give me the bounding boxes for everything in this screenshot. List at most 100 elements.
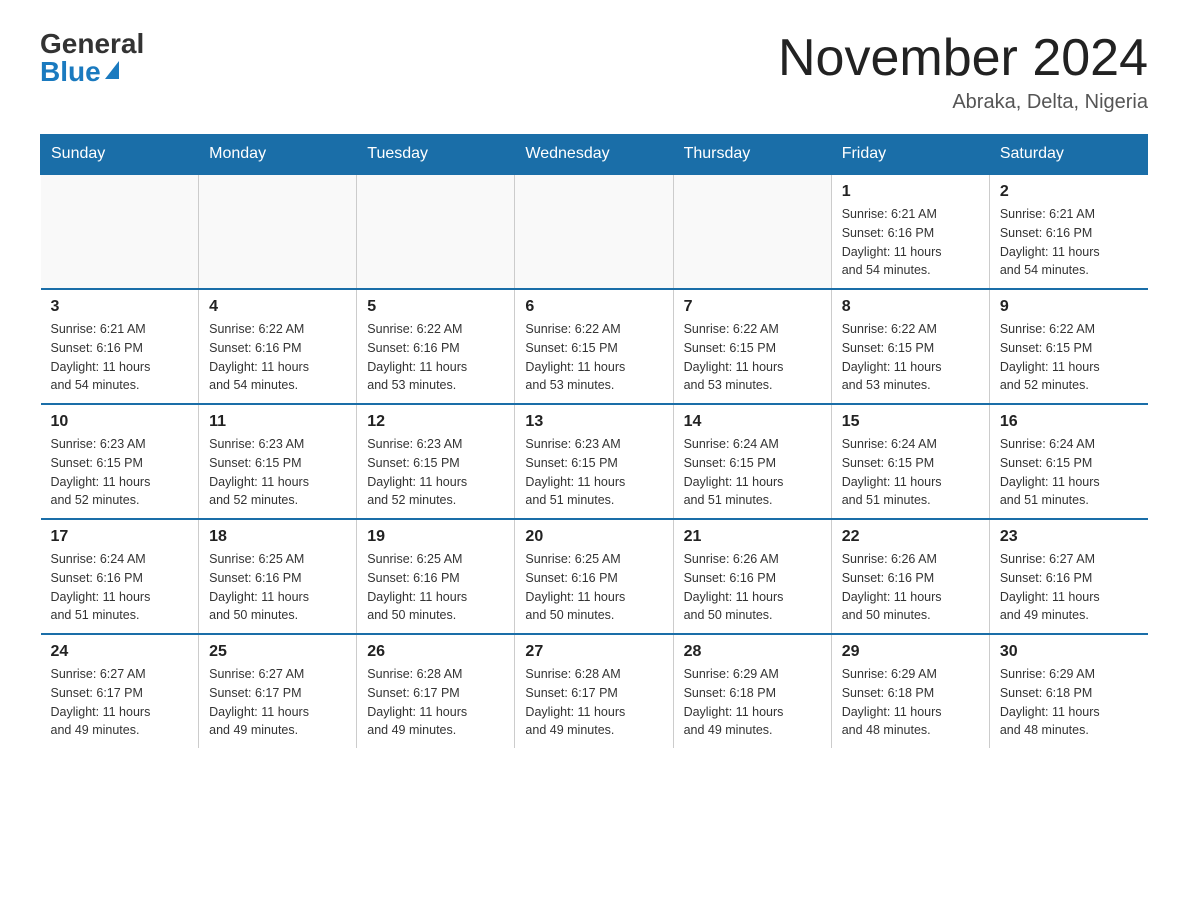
day-info: Sunrise: 6:28 AM Sunset: 6:17 PM Dayligh… [367, 665, 504, 740]
calendar-cell: 13 Sunrise: 6:23 AM Sunset: 6:15 PM Dayli… [515, 404, 673, 519]
calendar-cell: 15 Sunrise: 6:24 AM Sunset: 6:15 PM Dayli… [831, 404, 989, 519]
day-number: 22 [842, 528, 979, 546]
day-number: 25 [209, 643, 346, 661]
day-info: Sunrise: 6:23 AM Sunset: 6:15 PM Dayligh… [209, 435, 346, 510]
calendar-cell: 2Sunrise: 6:21 AM Sunset: 6:16 PM Daylig… [989, 174, 1147, 289]
day-info: Sunrise: 6:22 AM Sunset: 6:16 PM Dayligh… [367, 320, 504, 395]
day-number: 18 [209, 528, 346, 546]
day-info: Sunrise: 6:22 AM Sunset: 6:15 PM Dayligh… [525, 320, 662, 395]
calendar-cell: 27Sunrise: 6:28 AM Sunset: 6:17 PM Dayli… [515, 634, 673, 748]
location-text: Abraka, Delta, Nigeria [778, 91, 1148, 114]
calendar-cell: 20Sunrise: 6:25 AM Sunset: 6:16 PM Dayli… [515, 519, 673, 634]
day-number: 26 [367, 643, 504, 661]
day-info: Sunrise: 6:22 AM Sunset: 6:15 PM Dayligh… [1000, 320, 1138, 395]
calendar-cell: 17 Sunrise: 6:24 AM Sunset: 6:16 PM Dayli… [41, 519, 199, 634]
day-info: Sunrise: 6:27 AM Sunset: 6:17 PM Dayligh… [51, 665, 189, 740]
day-info: Sunrise: 6:24 AM Sunset: 6:16 PM Dayligh… [51, 550, 189, 625]
day-number: 30 [1000, 643, 1138, 661]
calendar-cell: 3 Sunrise: 6:21 AM Sunset: 6:16 PM Daylig… [41, 289, 199, 404]
day-info: Sunrise: 6:23 AM Sunset: 6:15 PM Dayligh… [51, 435, 189, 510]
day-info: Sunrise: 6:25 AM Sunset: 6:16 PM Dayligh… [209, 550, 346, 625]
title-area: November 2024 Abraka, Delta, Nigeria [778, 30, 1148, 114]
calendar-cell [41, 174, 199, 289]
calendar-cell: 8 Sunrise: 6:22 AM Sunset: 6:15 PM Daylig… [831, 289, 989, 404]
day-number: 1 [842, 183, 979, 201]
day-number: 15 [842, 413, 979, 431]
day-number: 20 [525, 528, 662, 546]
day-number: 10 [51, 413, 189, 431]
calendar-cell: 9 Sunrise: 6:22 AM Sunset: 6:15 PM Daylig… [989, 289, 1147, 404]
calendar-header-row: SundayMondayTuesdayWednesdayThursdayFrid… [41, 135, 1148, 175]
day-info: Sunrise: 6:23 AM Sunset: 6:15 PM Dayligh… [367, 435, 504, 510]
day-info: Sunrise: 6:21 AM Sunset: 6:16 PM Dayligh… [1000, 205, 1138, 280]
calendar-cell: 26 Sunrise: 6:28 AM Sunset: 6:17 PM Dayli… [357, 634, 515, 748]
calendar-cell [199, 174, 357, 289]
logo-blue-text: Blue [40, 58, 119, 86]
calendar-cell: 7Sunrise: 6:22 AM Sunset: 6:15 PM Daylig… [673, 289, 831, 404]
day-info: Sunrise: 6:25 AM Sunset: 6:16 PM Dayligh… [367, 550, 504, 625]
day-number: 21 [684, 528, 821, 546]
calendar-cell: 21 Sunrise: 6:26 AM Sunset: 6:16 PM Dayli… [673, 519, 831, 634]
day-number: 9 [1000, 298, 1138, 316]
day-number: 11 [209, 413, 346, 431]
day-number: 24 [51, 643, 189, 661]
week-row-4: 17 Sunrise: 6:24 AM Sunset: 6:16 PM Dayli… [41, 519, 1148, 634]
day-info: Sunrise: 6:23 AM Sunset: 6:15 PM Dayligh… [525, 435, 662, 510]
day-info: Sunrise: 6:27 AM Sunset: 6:16 PM Dayligh… [1000, 550, 1138, 625]
header: General Blue November 2024 Abraka, Delta… [40, 30, 1148, 114]
calendar-cell: 22 Sunrise: 6:26 AM Sunset: 6:16 PM Dayli… [831, 519, 989, 634]
logo: General Blue [40, 30, 144, 86]
logo-triangle-icon [105, 61, 119, 79]
day-number: 29 [842, 643, 979, 661]
calendar-cell: 1 Sunrise: 6:21 AM Sunset: 6:16 PM Daylig… [831, 174, 989, 289]
day-info: Sunrise: 6:22 AM Sunset: 6:15 PM Dayligh… [684, 320, 821, 395]
day-info: Sunrise: 6:26 AM Sunset: 6:16 PM Dayligh… [842, 550, 979, 625]
calendar-cell: 28 Sunrise: 6:29 AM Sunset: 6:18 PM Dayli… [673, 634, 831, 748]
calendar-cell: 6 Sunrise: 6:22 AM Sunset: 6:15 PM Daylig… [515, 289, 673, 404]
month-title: November 2024 [778, 30, 1148, 87]
day-info: Sunrise: 6:26 AM Sunset: 6:16 PM Dayligh… [684, 550, 821, 625]
day-info: Sunrise: 6:29 AM Sunset: 6:18 PM Dayligh… [684, 665, 821, 740]
logo-general-text: General [40, 30, 144, 58]
calendar-cell [515, 174, 673, 289]
day-number: 13 [525, 413, 662, 431]
day-info: Sunrise: 6:24 AM Sunset: 6:15 PM Dayligh… [1000, 435, 1138, 510]
day-number: 28 [684, 643, 821, 661]
calendar-cell: 18 Sunrise: 6:25 AM Sunset: 6:16 PM Dayli… [199, 519, 357, 634]
calendar-cell: 23Sunrise: 6:27 AM Sunset: 6:16 PM Dayli… [989, 519, 1147, 634]
header-cell-tuesday: Tuesday [357, 135, 515, 175]
day-info: Sunrise: 6:24 AM Sunset: 6:15 PM Dayligh… [684, 435, 821, 510]
day-number: 8 [842, 298, 979, 316]
day-info: Sunrise: 6:28 AM Sunset: 6:17 PM Dayligh… [525, 665, 662, 740]
calendar-cell: 12Sunrise: 6:23 AM Sunset: 6:15 PM Dayli… [357, 404, 515, 519]
day-info: Sunrise: 6:21 AM Sunset: 6:16 PM Dayligh… [51, 320, 189, 395]
header-cell-sunday: Sunday [41, 135, 199, 175]
day-number: 3 [51, 298, 189, 316]
day-info: Sunrise: 6:21 AM Sunset: 6:16 PM Dayligh… [842, 205, 979, 280]
day-number: 19 [367, 528, 504, 546]
day-info: Sunrise: 6:29 AM Sunset: 6:18 PM Dayligh… [1000, 665, 1138, 740]
day-info: Sunrise: 6:22 AM Sunset: 6:16 PM Dayligh… [209, 320, 346, 395]
day-info: Sunrise: 6:22 AM Sunset: 6:15 PM Dayligh… [842, 320, 979, 395]
calendar-cell [673, 174, 831, 289]
calendar-cell: 16 Sunrise: 6:24 AM Sunset: 6:15 PM Dayli… [989, 404, 1147, 519]
day-info: Sunrise: 6:29 AM Sunset: 6:18 PM Dayligh… [842, 665, 979, 740]
week-row-2: 3 Sunrise: 6:21 AM Sunset: 6:16 PM Daylig… [41, 289, 1148, 404]
day-number: 5 [367, 298, 504, 316]
calendar-cell: 30 Sunrise: 6:29 AM Sunset: 6:18 PM Dayli… [989, 634, 1147, 748]
day-number: 16 [1000, 413, 1138, 431]
week-row-5: 24 Sunrise: 6:27 AM Sunset: 6:17 PM Dayli… [41, 634, 1148, 748]
calendar-cell [357, 174, 515, 289]
week-row-3: 10 Sunrise: 6:23 AM Sunset: 6:15 PM Dayli… [41, 404, 1148, 519]
day-number: 4 [209, 298, 346, 316]
calendar-cell: 29 Sunrise: 6:29 AM Sunset: 6:18 PM Dayli… [831, 634, 989, 748]
calendar-cell: 14 Sunrise: 6:24 AM Sunset: 6:15 PM Dayli… [673, 404, 831, 519]
day-number: 6 [525, 298, 662, 316]
day-info: Sunrise: 6:24 AM Sunset: 6:15 PM Dayligh… [842, 435, 979, 510]
header-cell-wednesday: Wednesday [515, 135, 673, 175]
day-info: Sunrise: 6:27 AM Sunset: 6:17 PM Dayligh… [209, 665, 346, 740]
day-number: 14 [684, 413, 821, 431]
header-cell-thursday: Thursday [673, 135, 831, 175]
day-number: 17 [51, 528, 189, 546]
week-row-1: 1 Sunrise: 6:21 AM Sunset: 6:16 PM Daylig… [41, 174, 1148, 289]
